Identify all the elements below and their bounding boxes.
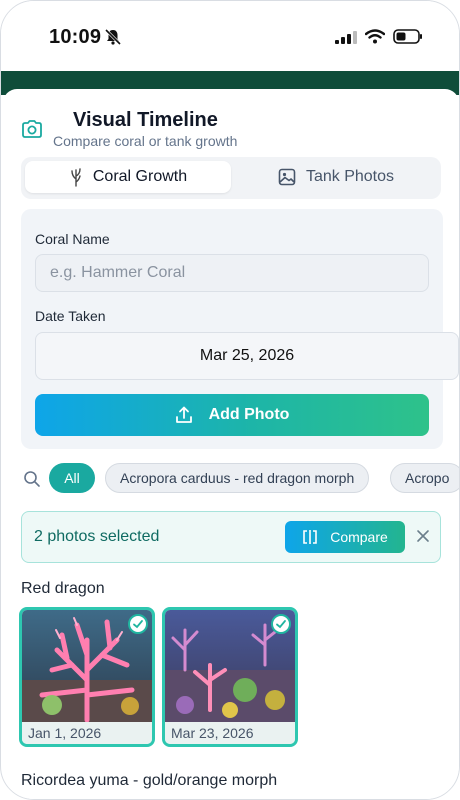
- status-indicators: [335, 29, 423, 44]
- coral-icon: [71, 168, 81, 187]
- compare-icon: [303, 530, 318, 544]
- date-value: Mar 25, 2026: [199, 347, 295, 364]
- battery-icon: [393, 29, 422, 44]
- date-picker[interactable]: Mar 25, 2026: [35, 332, 459, 380]
- tab-tank-photos[interactable]: Tank Photos: [235, 161, 437, 193]
- chip-acropora-partial[interactable]: Acropo: [390, 463, 459, 493]
- page-title: Visual Timeline: [73, 109, 218, 131]
- compare-label: Compare: [330, 529, 388, 545]
- selection-count: 2 photos selected: [34, 528, 160, 545]
- status-bar: 10:09: [1, 1, 459, 71]
- tab-label: Tank Photos: [305, 168, 395, 185]
- wifi-icon: [365, 29, 385, 44]
- cellular-signal-icon: [335, 30, 357, 44]
- close-icon[interactable]: [416, 529, 430, 548]
- chip-acropora-carduus[interactable]: Acropora carduus - red dragon morph: [105, 463, 370, 493]
- phone-screen: 10:09 Visual Timeline Compare coral or t…: [0, 0, 460, 800]
- photo-card[interactable]: Jan 1, 2026: [19, 607, 155, 747]
- search-icon[interactable]: [23, 470, 41, 493]
- bell-slash-icon: [104, 28, 122, 51]
- upload-icon: [175, 406, 192, 423]
- tab-label: Coral Growth: [92, 168, 188, 185]
- image-icon: [278, 168, 296, 186]
- coral-name-input[interactable]: [35, 254, 429, 292]
- date-taken-label: Date Taken: [35, 308, 106, 324]
- photo-card[interactable]: Mar 23, 2026: [162, 607, 298, 747]
- photo-date: Jan 1, 2026: [22, 722, 152, 744]
- add-photo-form: Coral Name Date Taken Mar 25, 2026 Add P…: [21, 209, 459, 449]
- selection-bar: 2 photos selected Compare: [21, 511, 441, 563]
- group-title: Red dragon: [21, 580, 105, 597]
- selected-check-icon: [128, 614, 148, 634]
- timeline-sheet: Visual Timeline Compare coral or tank gr…: [3, 89, 459, 799]
- add-photo-label: Add Photo: [208, 406, 290, 423]
- group-title: Ricordea yuma - gold/orange morph: [21, 772, 278, 789]
- filter-chips: All Acropora carduus - red dragon morph …: [21, 461, 459, 495]
- mode-tabs: Coral Growth Tank Photos: [21, 157, 441, 199]
- chip-all[interactable]: All: [49, 463, 95, 493]
- page-subtitle: Compare coral or tank growth: [53, 133, 238, 149]
- compare-button[interactable]: Compare: [285, 521, 405, 553]
- sheet-header: Visual Timeline Compare coral or tank gr…: [21, 107, 441, 151]
- camera-icon: [21, 119, 43, 144]
- coral-name-label: Coral Name: [35, 231, 110, 247]
- status-time: 10:09: [49, 26, 102, 48]
- photo-date: Mar 23, 2026: [165, 722, 295, 744]
- add-photo-button[interactable]: Add Photo: [35, 394, 429, 436]
- tab-coral-growth[interactable]: Coral Growth: [25, 161, 231, 193]
- selected-check-icon: [271, 614, 291, 634]
